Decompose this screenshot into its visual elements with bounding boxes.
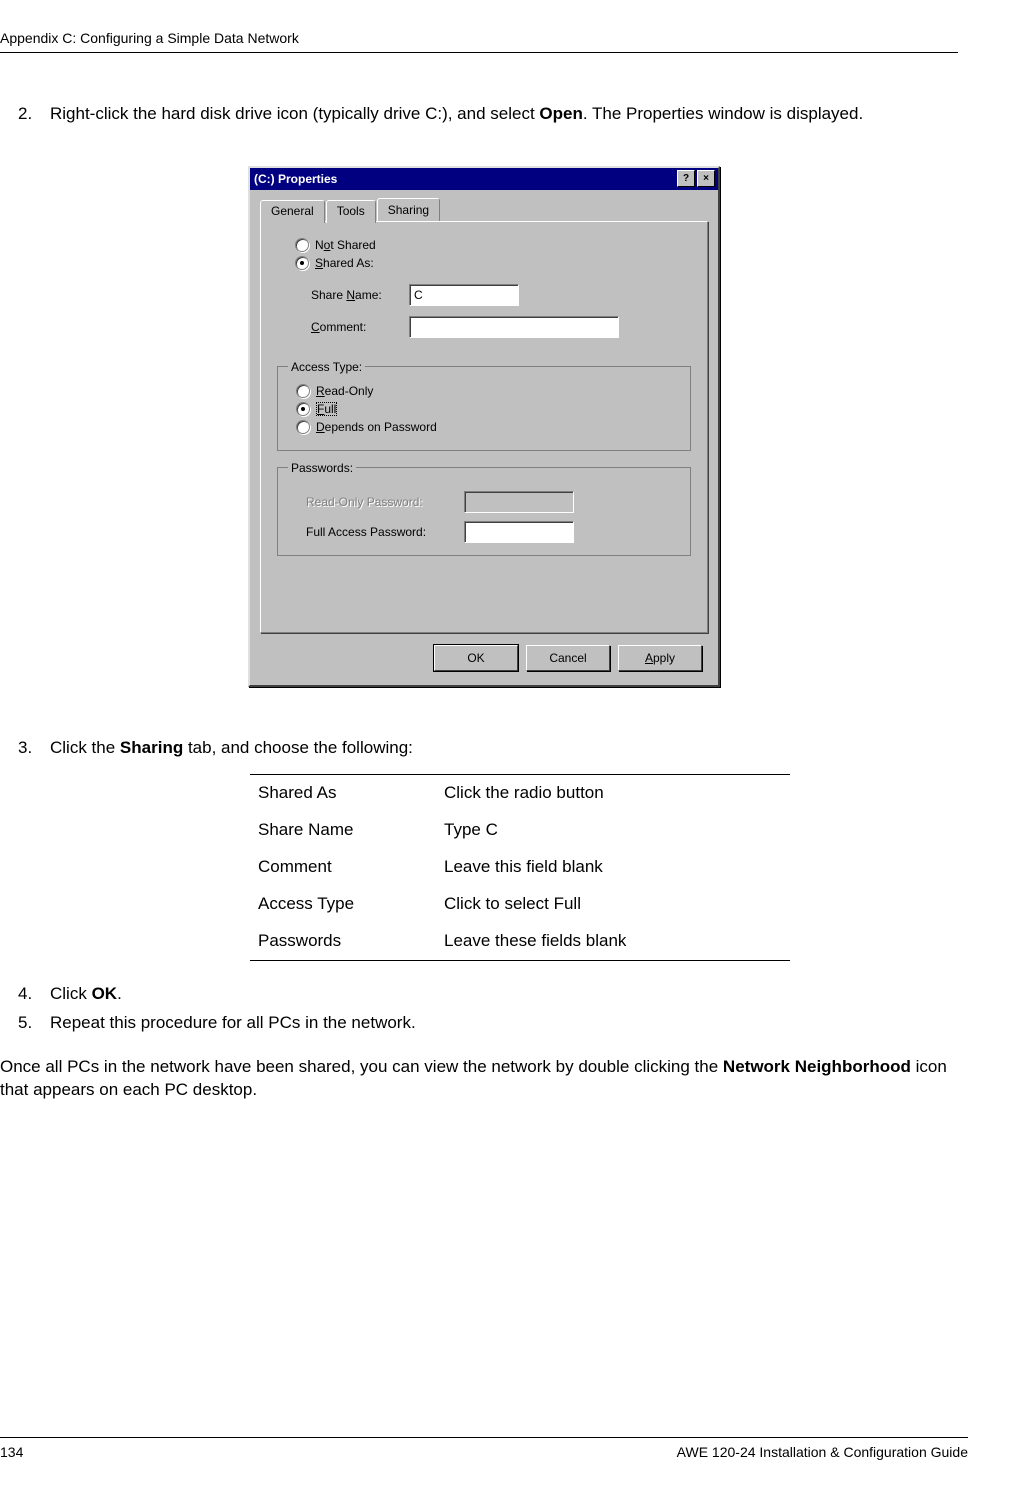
step-4-number: 4. [18,983,32,1006]
radio-not-shared[interactable] [295,238,309,252]
full-password-label: Full Access Password: [306,525,456,539]
passwords-legend: Passwords: [288,461,356,475]
passwords-group: Passwords: Read-Only Password: Full Acce… [277,461,691,556]
access-type-legend: Access Type: [288,360,365,374]
step-3-number: 3. [18,737,32,760]
step-2-bold: Open [539,104,582,123]
step-2-text-a: Right-click the hard disk drive icon (ty… [50,104,539,123]
step-5-text: Repeat this procedure for all PCs in the… [50,1013,416,1032]
step-3-text-a: Click the [50,738,120,757]
step-5: 5. Repeat this procedure for all PCs in … [18,1012,968,1035]
radio-full-label: Full [316,402,337,416]
page-number: 134 [0,1444,23,1460]
settings-table: Shared AsClick the radio button Share Na… [250,774,790,961]
radio-depends-label: Depends on Password [316,420,437,434]
post-paragraph: Once all PCs in the network have been sh… [0,1056,968,1102]
table-row: Access TypeClick to select Full [250,886,790,923]
table-row: Share NameType C [250,812,790,849]
step-3: 3. Click the Sharing tab, and choose the… [18,737,968,961]
help-button[interactable]: ? [677,170,695,187]
dialog-title: (C:) Properties [254,172,337,186]
page-footer: 134 AWE 120-24 Installation & Configurat… [0,1437,968,1460]
step-3-text-c: tab, and choose the following: [183,738,413,757]
comment-label: Comment: [311,320,403,334]
page-header: Appendix C: Configuring a Simple Data Ne… [0,30,958,53]
radio-depends[interactable] [296,420,310,434]
radio-shared-as[interactable] [295,256,309,270]
step-4: 4. Click OK. [18,983,968,1006]
readonly-password-label: Read-Only Password: [306,495,456,509]
full-password-input[interactable] [464,521,574,543]
step-2-number: 2. [18,103,32,126]
tab-tools[interactable]: Tools [326,200,376,223]
radio-shared-as-label: Shared As: [315,256,374,270]
tab-sharing[interactable]: Sharing [377,198,440,221]
table-row: PasswordsLeave these fields blank [250,923,790,960]
step-4-bold: OK [92,984,118,1003]
comment-input[interactable] [409,316,619,338]
table-row: CommentLeave this field blank [250,849,790,886]
step-4-text-c: . [117,984,122,1003]
step-2-text-c: . The Properties window is displayed. [583,104,863,123]
properties-dialog: (C:) Properties ? × General Tools Sharin… [248,166,720,687]
radio-readonly[interactable] [296,384,310,398]
radio-readonly-label: Read-Only [316,384,373,398]
cancel-button[interactable]: Cancel [526,645,610,671]
table-row: Shared AsClick the radio button [250,774,790,811]
access-type-group: Access Type: Read-Only Full Depends on P… [277,360,691,451]
close-button[interactable]: × [697,170,715,187]
step-3-bold: Sharing [120,738,183,757]
ok-button[interactable]: OK [434,645,518,671]
sharing-panel: Not Shared Shared As: Share Name: C Comm… [260,221,708,633]
step-4-text-a: Click [50,984,92,1003]
step-5-number: 5. [18,1012,32,1035]
share-name-label: Share Name: [311,288,403,302]
dialog-titlebar: (C:) Properties ? × [250,168,718,190]
share-name-input[interactable]: C [409,284,519,306]
guide-title: AWE 120-24 Installation & Configuration … [677,1444,968,1460]
step-2: 2. Right-click the hard disk drive icon … [18,103,968,126]
radio-not-shared-label: Not Shared [315,238,376,252]
radio-full[interactable] [296,402,310,416]
apply-button[interactable]: Apply [618,645,702,671]
readonly-password-input [464,491,574,513]
tab-general[interactable]: General [260,200,325,223]
